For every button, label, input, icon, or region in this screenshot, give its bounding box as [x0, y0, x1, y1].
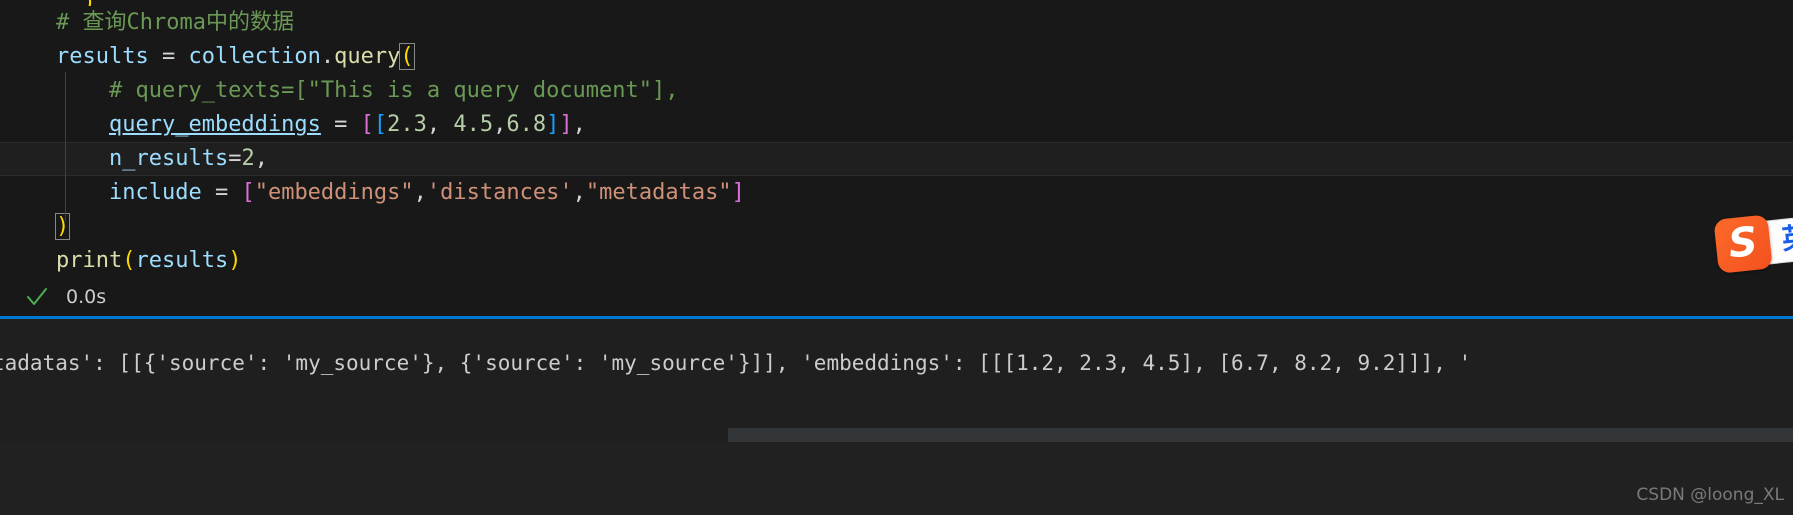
sogou-logo-letter: S — [1726, 218, 1760, 268]
cell-execution-status: 0.0s — [0, 278, 1793, 316]
code-line-list: )# 查询Chroma中的数据results = collection.quer… — [0, 0, 1793, 278]
token-bracket-pink: ] — [559, 112, 573, 137]
token-bracket-pink: ] — [731, 180, 745, 205]
execution-elapsed-time: 0.0s — [66, 286, 107, 308]
output-text: tadatas': [[{'source': 'my_source'}, {'s… — [0, 351, 1472, 375]
token-operator: , — [572, 180, 586, 205]
bottom-area: CSDN @loong_XL — [0, 442, 1793, 515]
token-string: 'distances' — [426, 180, 573, 205]
token-param: n_results — [108, 146, 229, 171]
token-variable: results — [56, 44, 149, 69]
token-bracket-yellow: ) — [228, 248, 242, 273]
token-operator: , — [413, 180, 427, 205]
token-operator: , — [493, 112, 507, 137]
watermark-text: CSDN @loong_XL — [1636, 485, 1784, 505]
scrollbar-thumb[interactable] — [728, 428, 1793, 442]
line-comment-chroma[interactable]: # 查询Chroma中的数据 — [0, 6, 1793, 40]
token-operator: , — [254, 146, 268, 171]
token-number: 2.3 — [387, 112, 427, 137]
sogou-logo-icon[interactable]: S — [1713, 214, 1773, 274]
token-bracket-blue: ] — [546, 112, 560, 137]
token-number: 2 — [241, 146, 255, 171]
output-horizontal-scrollbar[interactable] — [0, 428, 1793, 442]
line-include[interactable]: include = ["embeddings",'distances',"met… — [0, 176, 1793, 210]
token-operator: , — [572, 112, 586, 137]
token-operator: . — [320, 44, 335, 69]
token-number: 4.5 — [453, 112, 494, 137]
line-comment-query-texts[interactable]: # query_texts=["This is a query document… — [0, 74, 1793, 108]
token-bracket-blue: [ — [373, 112, 388, 137]
line-n-results[interactable]: n_results=2, — [0, 142, 1793, 176]
line-results-assign[interactable]: results = collection.query( — [0, 40, 1793, 74]
check-icon — [24, 284, 50, 310]
vscode-notebook-cell: )# 查询Chroma中的数据results = collection.quer… — [0, 0, 1793, 515]
token-bracket-pink: [ — [360, 112, 374, 137]
token-function: query — [334, 44, 401, 69]
line-close-paren[interactable]: ) — [0, 210, 1793, 244]
indent-guide — [65, 72, 66, 222]
cell-output[interactable]: tadatas': [[{'source': 'my_source'}, {'s… — [0, 319, 1793, 427]
token-operator: = — [228, 146, 242, 171]
token-variable: results — [135, 248, 229, 273]
line-query-embeddings[interactable]: query_embeddings = [[2.3, 4.5,6.8]], — [0, 108, 1793, 142]
token-variable: collection — [188, 44, 321, 69]
token-operator: = — [320, 112, 361, 137]
token-operator: = — [201, 180, 242, 205]
code-editor[interactable]: )# 查询Chroma中的数据results = collection.quer… — [0, 0, 1793, 284]
token-comment: # query_texts=["This is a query document… — [56, 78, 679, 103]
token-bracket-pink: [ — [241, 180, 255, 205]
token-comment: # 查询Chroma中的数据 — [56, 10, 294, 35]
token-operator: = — [148, 44, 189, 69]
token-bracket-yellow-box: ( — [399, 43, 415, 70]
token-bracket-yellow: ( — [122, 248, 136, 273]
token-number: 6.8 — [506, 112, 547, 137]
token-function: print — [56, 248, 123, 273]
token-param-underline: query_embeddings — [108, 112, 321, 137]
token-string: "metadatas" — [585, 180, 732, 205]
token-operator: , — [426, 112, 454, 137]
token-string: "embeddings" — [254, 180, 414, 205]
token-bracket-yellow-box: ) — [54, 213, 71, 240]
sogou-ime-floating-bar[interactable]: S 英 — [1713, 210, 1793, 274]
ime-language-toggle[interactable]: 英 — [1780, 220, 1793, 256]
token-param: include — [108, 180, 202, 205]
line-print-results[interactable]: print(results) — [0, 244, 1793, 278]
